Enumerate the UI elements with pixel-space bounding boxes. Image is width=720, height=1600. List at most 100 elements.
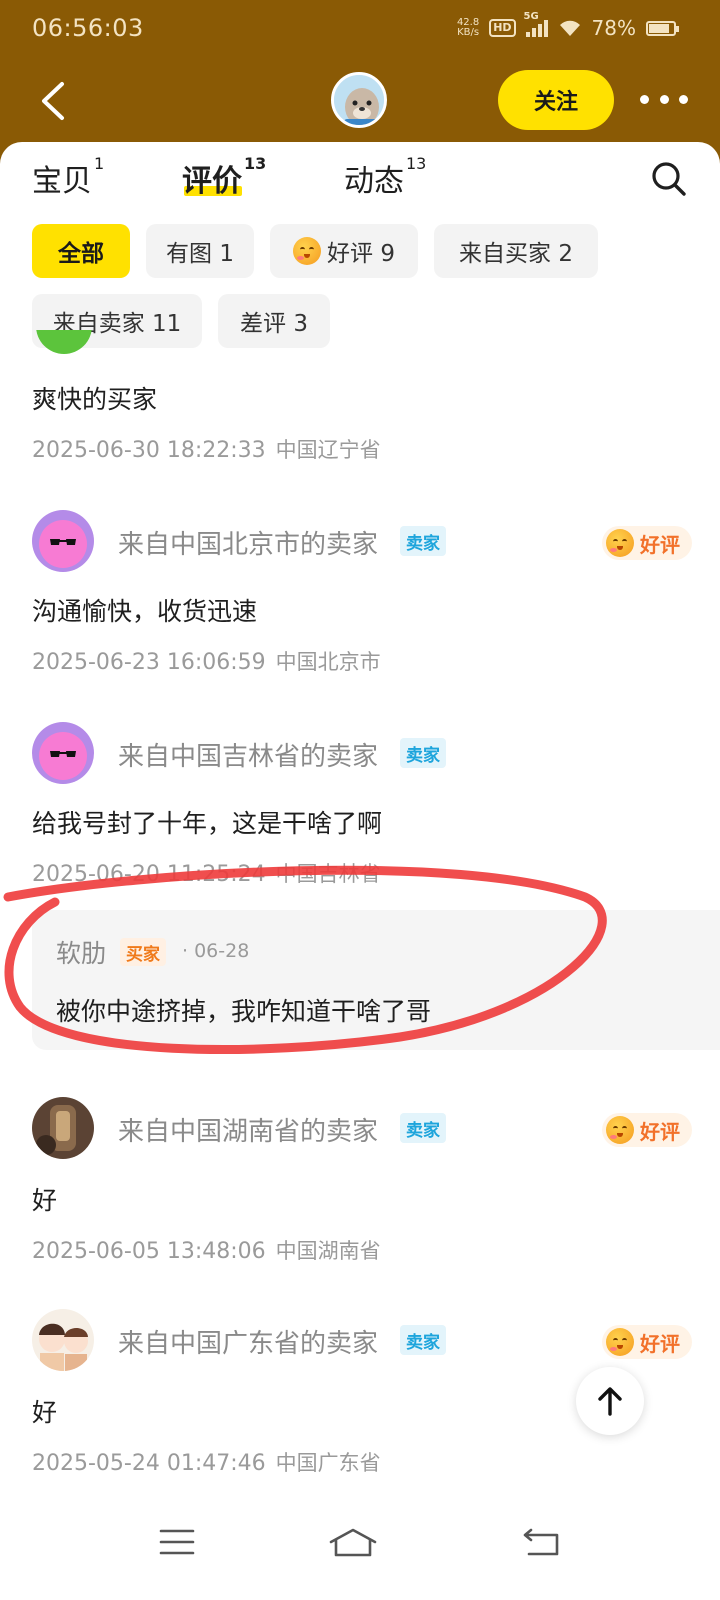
follow-button[interactable]: 关注	[498, 70, 614, 130]
review-location: 中国湖南省	[275, 1239, 381, 1263]
search-icon	[652, 162, 686, 196]
cartoon-kids-avatar-icon	[32, 1309, 94, 1371]
reviewer-name: 来自中国北京市的卖家	[118, 530, 379, 560]
seller-badge: 卖家	[400, 526, 446, 556]
buyer-reply: 软肋 买家 · 06-28 被你中途挤掉，我咋知道干啥了哥	[32, 910, 720, 1050]
seal-avatar-icon	[334, 75, 384, 125]
review-item: 爽快的买家 2025-06-30 18:22:33 中国辽宁省	[32, 330, 692, 470]
filter-with-images[interactable]: 有图 1	[146, 224, 254, 278]
pink-cat-avatar-icon	[32, 510, 94, 572]
home-button[interactable]	[328, 1522, 378, 1562]
review-date: 2025-06-30 18:22:33	[32, 438, 266, 463]
reviewer-avatar[interactable]	[32, 1309, 94, 1371]
review-meta: 2025-06-30 18:22:33 中国辽宁省	[32, 434, 381, 464]
status-icons: 42.8 KB/s HD 5G 78%	[457, 11, 679, 40]
review-location: 中国广东省	[275, 1451, 381, 1475]
review-date: 2025-06-20 11:25:24	[32, 862, 266, 887]
reviewer-name: 来自中国广东省的卖家	[118, 1329, 379, 1359]
filter-all[interactable]: 全部	[32, 224, 130, 278]
tab-items[interactable]: 宝贝1	[32, 154, 105, 200]
buyer-badge: 买家	[120, 938, 166, 966]
review-meta: 2025-06-20 11:25:24 中国吉林省	[32, 858, 381, 888]
filter-label: 全部	[58, 241, 104, 267]
tab-label: 评价	[182, 164, 242, 199]
menu-lines-icon	[159, 1529, 195, 1555]
net-speed-unit: KB/s	[457, 27, 480, 38]
more-dot-icon	[659, 94, 669, 104]
review-text: 给我号封了十年，这是干啥了啊	[32, 809, 383, 838]
review-item: 来自中国湖南省的卖家 卖家 好评 好 2025-06-05 13:48:06 中国…	[32, 1097, 692, 1267]
review-text: 好	[32, 1186, 58, 1215]
review-text: 爽快的买家	[32, 385, 158, 414]
tab-label: 宝贝	[32, 164, 92, 199]
smile-emoji-icon	[606, 529, 634, 557]
review-location: 中国吉林省	[275, 862, 381, 886]
chevron-left-icon	[42, 82, 64, 120]
back-return-icon	[523, 1528, 559, 1556]
search-button[interactable]	[650, 160, 688, 198]
pink-cat-avatar-icon	[32, 722, 94, 784]
back-nav-button[interactable]	[516, 1522, 566, 1562]
signal-icon: 5G	[524, 11, 548, 37]
review-text: 沟通愉快，收货迅速	[32, 597, 258, 626]
reply-name: 软肋	[56, 939, 107, 968]
filter-label: 来自买家 2	[459, 241, 573, 267]
review-date: 2025-06-05 13:48:06	[32, 1239, 266, 1264]
shop-avatar[interactable]	[331, 72, 387, 128]
network-type: 5G	[523, 11, 539, 22]
tab-activity[interactable]: 动态13	[344, 154, 427, 200]
battery-icon	[646, 20, 679, 36]
review-text: 好	[32, 1398, 58, 1427]
seller-badge: 卖家	[400, 1325, 446, 1355]
reviewer-name: 来自中国湖南省的卖家	[118, 1117, 379, 1147]
review-item: 来自中国北京市的卖家 卖家 好评 沟通愉快，收货迅速 2025-06-23 16…	[32, 510, 692, 680]
reviewer-avatar[interactable]	[32, 1097, 94, 1159]
reviewer-avatar[interactable]	[32, 722, 94, 784]
more-options-button[interactable]	[640, 84, 688, 114]
positive-rating-badge: 好评	[602, 526, 692, 560]
reviewer-name: 来自中国吉林省的卖家	[118, 742, 379, 772]
positive-rating-badge: 好评	[602, 1325, 692, 1359]
smile-emoji-icon	[293, 237, 322, 265]
review-meta: 2025-05-24 01:47:46 中国广东省	[32, 1447, 381, 1477]
reviewer-avatar[interactable]	[36, 330, 92, 358]
filter-positive[interactable]: 好评 9	[270, 224, 418, 278]
filter-label: 有图 1	[166, 241, 234, 267]
recents-button[interactable]	[152, 1522, 202, 1562]
wifi-icon	[558, 19, 582, 37]
status-time: 06:56:03	[32, 14, 144, 42]
rating-label: 好评	[640, 1331, 680, 1356]
smile-emoji-icon	[606, 1116, 634, 1144]
battery-percent: 78%	[591, 16, 636, 40]
seller-badge: 卖家	[400, 1113, 446, 1143]
home-icon	[329, 1528, 377, 1557]
net-speed: 42.8 KB/s	[457, 18, 479, 38]
photo-avatar-icon	[32, 1097, 94, 1159]
more-dot-icon	[640, 94, 649, 104]
tab-bar: 宝贝1 评价13 动态13	[0, 142, 720, 222]
seller-badge: 卖家	[400, 738, 446, 768]
tab-count: 13	[244, 154, 267, 173]
rating-label: 好评	[640, 1119, 680, 1144]
tab-count: 13	[406, 154, 427, 173]
review-location: 中国北京市	[275, 650, 381, 674]
review-item: 来自中国吉林省的卖家 卖家 给我号封了十年，这是干啥了啊 2025-06-20 …	[32, 722, 692, 892]
rating-label: 好评	[640, 532, 680, 557]
reply-text: 被你中途挤掉，我咋知道干啥了哥	[56, 997, 432, 1026]
scroll-to-top-button[interactable]	[576, 1367, 644, 1435]
hd-icon: HD	[489, 19, 516, 37]
tab-reviews[interactable]: 评价13	[182, 154, 267, 200]
more-dot-icon	[679, 94, 688, 104]
tab-count: 1	[94, 154, 105, 173]
review-date: 2025-05-24 01:47:46	[32, 1451, 266, 1476]
smile-emoji-icon	[606, 1328, 634, 1356]
review-meta: 2025-06-23 16:06:59 中国北京市	[32, 646, 381, 676]
filter-label: 好评 9	[327, 241, 395, 267]
back-button[interactable]	[34, 78, 74, 124]
status-bar: 06:56:03 42.8 KB/s HD 5G 78%	[0, 0, 720, 60]
review-meta: 2025-06-05 13:48:06 中国湖南省	[32, 1235, 381, 1265]
arrow-up-icon	[598, 1387, 622, 1416]
filter-from-buyer[interactable]: 来自买家 2	[434, 224, 598, 278]
content-sheet: 宝贝1 评价13 动态13 全部 有图 1 好评 9 来自买家 2 来自卖家 1…	[0, 142, 720, 1600]
reviewer-avatar[interactable]	[32, 510, 94, 572]
